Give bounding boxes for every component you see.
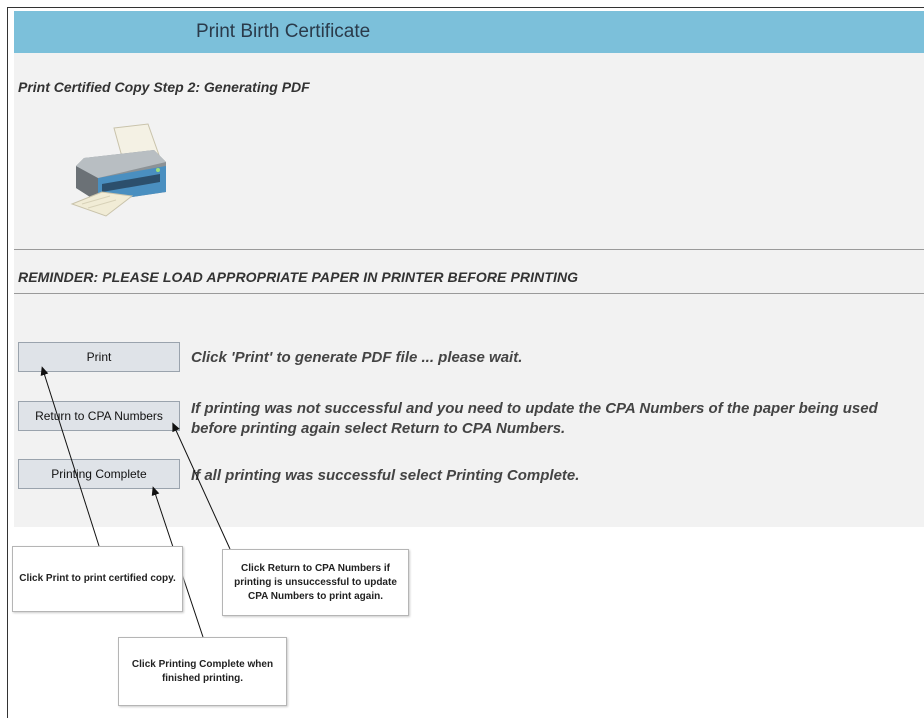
title-bar: Print Birth Certificate: [14, 11, 924, 53]
print-description: Click 'Print' to generate PDF file ... p…: [191, 349, 523, 366]
complete-description: If all printing was successful select Pr…: [191, 467, 580, 484]
return-description: If printing was not successful and you n…: [191, 400, 878, 437]
divider-bottom: [14, 293, 924, 294]
reminder-text: REMINDER: PLEASE LOAD APPROPRIATE PAPER …: [18, 269, 579, 285]
callout-print: Click Print to print certified copy.: [12, 546, 183, 612]
printing-complete-button[interactable]: Printing Complete: [18, 459, 180, 489]
page-title: Print Birth Certificate: [196, 21, 371, 42]
return-to-cpa-numbers-button[interactable]: Return to CPA Numbers: [18, 401, 180, 431]
printer-icon: [70, 123, 166, 217]
callout-complete: Click Printing Complete when finished pr…: [118, 637, 287, 706]
step-title: Print Certified Copy Step 2: Generating …: [18, 79, 310, 95]
print-button[interactable]: Print: [18, 342, 180, 372]
callout-return: Click Return to CPA Numbers if printing …: [222, 549, 409, 616]
divider-top: [14, 249, 924, 250]
